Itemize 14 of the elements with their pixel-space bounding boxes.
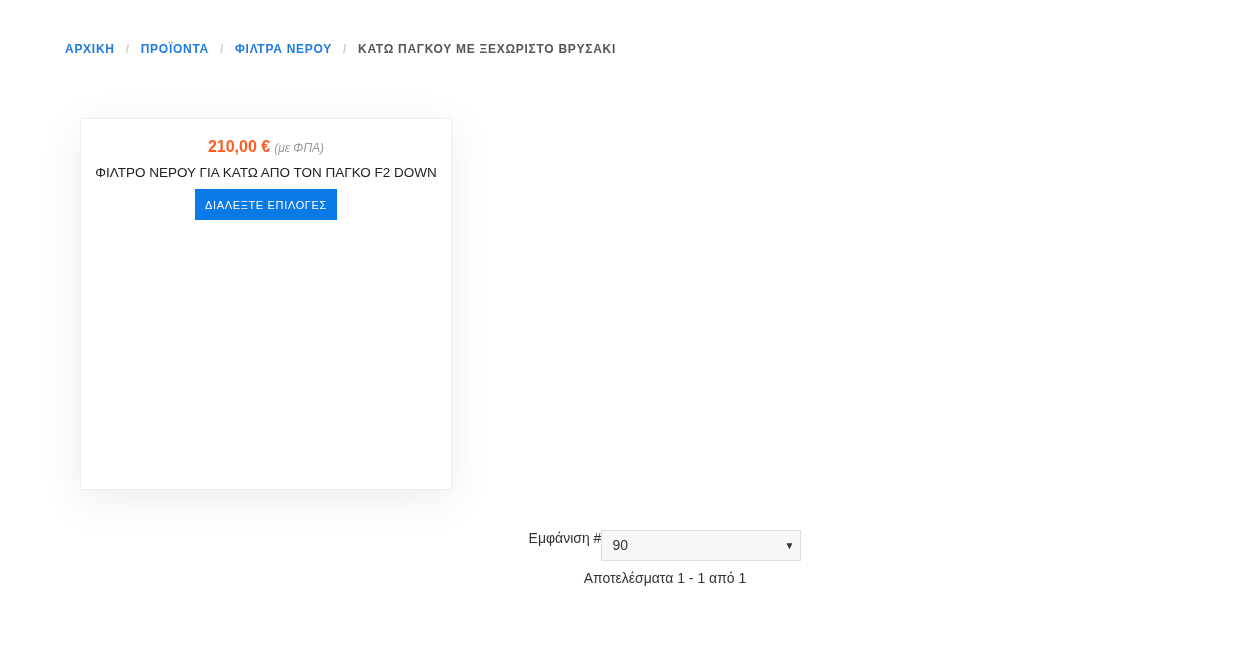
product-price: 210,00 € (207, 137, 271, 157)
choose-options-button[interactable]: ΔΙΑΛΕΞΤΕ ΕΠΙΛΟΓΕΣ (194, 189, 338, 221)
breadcrumb-separator: / (342, 41, 348, 58)
per-page-select[interactable]: 90 ▼ (601, 530, 802, 561)
price-note: (με ΦΠΑ) (274, 140, 325, 157)
breadcrumb-link[interactable]: ΦΙΛΤΡΑ ΝΕΡΟΥ (235, 40, 332, 58)
results-count: Αποτελέσματα 1 - 1 από 1 (583, 569, 747, 588)
breadcrumb-separator: / (125, 41, 130, 58)
breadcrumb-link[interactable]: ΑΡΧΙΚΗ (65, 40, 115, 58)
breadcrumb-link[interactable]: ΠΡΟΪΟΝΤΑ (140, 40, 209, 58)
product-title[interactable]: ΦΙΛΤΡΟ ΝΕΡΟΥ ΓΙΑ ΚΑΤΩ ΑΠΟ ΤΟΝ ΠΑΓΚΟ F2 DOWN (95, 163, 437, 184)
breadcrumb-separator: / (219, 41, 224, 58)
breadcrumb-current: ΚΑΤΩ ΠΑΓΚΟΥ ΜΕ ΞΕΧΩΡΙΣΤΟ ΒΡΥΣΑΚΙ (358, 41, 617, 58)
display-label: Εμφάνιση # (528, 529, 602, 548)
